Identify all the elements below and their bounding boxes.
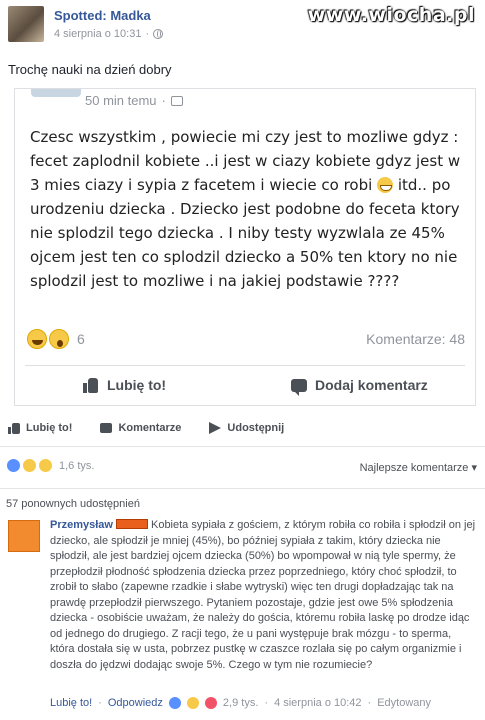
like-reaction-icon: [6, 458, 21, 473]
globe-icon: [153, 29, 164, 39]
comment-button[interactable]: Komentarze: [100, 422, 181, 434]
comment-icon: [100, 423, 113, 433]
post-text: Trochę nauki na dzień dobry: [8, 62, 172, 77]
reaction-summary[interactable]: 1,6 tys.: [6, 458, 94, 473]
card-reactions: 6: [27, 329, 85, 349]
comment-text-block: Przemysław Kobieta sypiała z gościem, z k…: [50, 518, 478, 673]
comment-icon: [291, 378, 307, 396]
page-name[interactable]: Spotted: Madka: [54, 8, 151, 23]
comment-sort-dropdown[interactable]: Najlepsze komentarze ▾: [360, 461, 477, 474]
comment-footer: Lubię to! · Odpowiedz 2,9 tys. · 4 sierp…: [50, 697, 431, 709]
post-timestamp[interactable]: 4 sierpnia o 10:31: [54, 28, 141, 40]
reaction-count: 1,6 tys.: [59, 459, 95, 472]
watermark: www.wiocha.pl: [307, 4, 475, 26]
comment-like-link[interactable]: Lubię to!: [50, 697, 92, 709]
card-divider: [25, 365, 465, 366]
card-body: Czesc wszystkim , powiecie mi czy jest t…: [30, 125, 470, 293]
page-avatar[interactable]: [8, 6, 44, 42]
divider: [0, 488, 485, 489]
post-meta: 4 sierpnia o 10:31 ·: [54, 28, 164, 40]
wow-reaction-icon: [49, 329, 69, 349]
redacted-name-block: [115, 519, 148, 529]
post-actions: Lubię to! Komentarze Udostępnij: [8, 422, 478, 434]
comment-reaction-count[interactable]: 2,9 tys.: [223, 697, 258, 709]
love-reaction-icon: [204, 697, 217, 709]
comment-edited[interactable]: Edytowany: [377, 697, 431, 709]
comment-label: Komentarze: [118, 422, 182, 434]
card-reaction-count: 6: [77, 331, 85, 347]
card-time: 50 min temu ·: [85, 93, 183, 108]
comment-author[interactable]: Przemysław: [50, 519, 113, 531]
haha-reaction-icon: [22, 458, 37, 473]
share-label: Udostępnij: [227, 422, 285, 434]
thumbs-up-icon: [8, 422, 20, 434]
card-like-label: Lubię to!: [107, 377, 167, 393]
card-time-text: 50 min temu: [85, 93, 157, 108]
comment-reply-link[interactable]: Odpowiedz: [108, 697, 163, 709]
haha-reaction-icon: [186, 697, 199, 709]
reshares-link[interactable]: 57 ponownych udostępnień: [6, 498, 140, 510]
share-button[interactable]: Udostępnij: [209, 422, 284, 434]
card-comment-label: Dodaj komentarz: [315, 377, 428, 393]
like-label: Lubię to!: [26, 422, 73, 434]
shared-screenshot-card: 50 min temu · Czesc wszystkim , powiecie…: [14, 88, 476, 406]
like-reaction-icon: [168, 697, 181, 709]
grin-emoji-icon: [377, 177, 394, 193]
comment-timestamp[interactable]: 4 sierpnia o 10:42: [274, 697, 361, 709]
wow-reaction-icon: [38, 458, 53, 473]
share-icon: [209, 422, 222, 434]
comment-body: Kobieta sypiała z gościem, z którym robi…: [50, 519, 476, 671]
card-comment-button: Dodaj komentarz: [291, 377, 428, 396]
divider: [0, 446, 485, 447]
comment-avatar[interactable]: [8, 520, 40, 552]
card-comment-count: Komentarze: 48: [366, 331, 465, 347]
like-button[interactable]: Lubię to!: [8, 422, 72, 434]
tv-icon: [170, 95, 183, 106]
thumbs-up-icon: [83, 377, 99, 393]
card-avatar: [31, 89, 81, 97]
haha-reaction-icon: [27, 329, 47, 349]
card-like-button: Lubię to!: [83, 377, 166, 393]
